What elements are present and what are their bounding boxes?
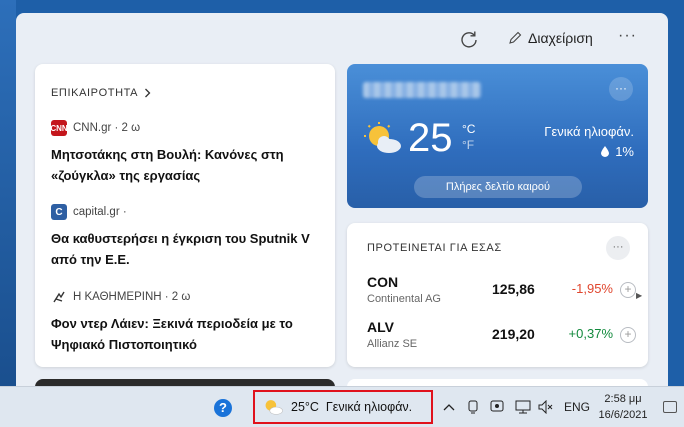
article-source-label: CNN.gr · 2 ω xyxy=(73,122,141,134)
add-stock-icon[interactable]: + xyxy=(620,282,636,298)
news-article[interactable]: C capital.gr · Θα καθυστερήσει η έγκριση… xyxy=(51,204,323,270)
add-stock-icon[interactable]: + xyxy=(620,327,636,343)
network-icon[interactable] xyxy=(515,400,531,417)
widgets-panel: Διαχείριση ··· ΕΠΙΚΑΙΡΟΤΗΤΑ CNN CNN.gr ·… xyxy=(16,13,668,386)
next-card-peek xyxy=(35,379,335,386)
article-source: C capital.gr · xyxy=(51,204,323,220)
language-indicator[interactable]: ENG xyxy=(564,400,590,414)
location-blurred xyxy=(363,82,481,98)
clock-time: 2:58 μμ xyxy=(604,393,642,405)
help-icon[interactable]: ? xyxy=(214,399,232,417)
stock-symbol: ALV xyxy=(367,319,394,335)
stock-name: Allianz SE xyxy=(367,338,418,350)
refresh-icon[interactable] xyxy=(459,29,479,49)
taskbar: ? 25°C Γενικά ηλιοφάν. ENG 2:58 μμ 16/6/… xyxy=(0,386,684,427)
manage-label: Διαχείριση xyxy=(528,30,593,46)
stock-row[interactable]: CON Continental AG 125,86 -1,95% + xyxy=(367,274,637,312)
desktop-background xyxy=(0,0,16,386)
news-article[interactable]: Η ΚΑΘΗΜΕΡΙΝΗ · 2 ω Φον ντερ Λάιεν: Ξεκιν… xyxy=(51,289,323,355)
precipitation: 1% xyxy=(601,144,634,159)
stocks-section-title: ΠΡΟΤΕΙΝΕΤΑΙ ΓΙΑ ΕΣΑΣ xyxy=(367,242,502,254)
stock-row[interactable]: ALV Allianz SE 219,20 +0,37% + xyxy=(367,319,637,357)
kathimerini-logo-icon xyxy=(53,291,65,303)
raindrop-icon xyxy=(601,146,610,157)
stock-change: +0,37% xyxy=(568,326,613,341)
temperature-value: 25 xyxy=(408,116,453,160)
partly-sunny-icon xyxy=(364,122,401,153)
pencil-icon xyxy=(509,31,522,44)
notifications-icon[interactable] xyxy=(663,401,677,413)
stocks-card: ΠΡΟΤΕΙΝΕΤΑΙ ΓΙΑ ΕΣΑΣ ··· CON Continental… xyxy=(347,223,648,367)
article-headline: Μητσοτάκης στη Βουλή: Κανόνες στη «ζούγκ… xyxy=(51,147,284,183)
article-headline: Φον ντερ Λάιεν: Ξεκινά περιοδεία με το Ψ… xyxy=(51,316,293,352)
meet-now-icon[interactable] xyxy=(490,400,504,415)
next-card-peek xyxy=(347,379,648,386)
chevron-right-icon xyxy=(145,88,151,98)
manage-button[interactable]: Διαχείριση xyxy=(508,30,593,46)
clock[interactable]: 2:58 μμ 16/6/2021 xyxy=(598,391,648,423)
stock-symbol: CON xyxy=(367,274,399,290)
more-options-button[interactable]: ··· xyxy=(618,27,637,45)
capital-logo-icon: C xyxy=(51,204,67,220)
chevron-up-icon[interactable] xyxy=(443,400,455,414)
news-section-title: ΕΠΙΚΑΙΡΟΤΗΤΑ xyxy=(51,87,139,99)
temperature-units: °C °F xyxy=(462,121,475,153)
stock-price: 219,20 xyxy=(492,326,535,342)
widgets-header: Διαχείριση ··· xyxy=(16,13,668,63)
weather-card[interactable]: ··· 25 °C °F Γενικά ηλιοφάν. 1% Πλήρες δ… xyxy=(347,64,648,208)
fahrenheit-toggle[interactable]: °F xyxy=(462,137,475,153)
news-section-link[interactable]: ΕΠΙΚΑΙΡΟΤΗΤΑ xyxy=(51,87,151,99)
article-headline: Θα καθυστερήσει η έγκριση του Sputnik V … xyxy=(51,231,310,267)
news-card: ΕΠΙΚΑΙΡΟΤΗΤΑ CNN CNN.gr · 2 ω Μητσοτάκης… xyxy=(35,64,335,367)
full-forecast-button[interactable]: Πλήρες δελτίο καιρού xyxy=(414,176,582,198)
weather-more-button[interactable]: ··· xyxy=(609,77,633,101)
clock-date: 16/6/2021 xyxy=(598,409,648,421)
volume-muted-icon[interactable] xyxy=(538,399,554,417)
news-article[interactable]: CNN CNN.gr · 2 ω Μητσοτάκης στη Βουλή: Κ… xyxy=(50,120,323,186)
taskbar-weather-widget[interactable]: 25°C Γενικά ηλιοφάν. xyxy=(253,390,433,424)
article-source-label: capital.gr · xyxy=(73,206,127,218)
article-source: CNN CNN.gr · 2 ω xyxy=(50,120,323,136)
partly-sunny-icon xyxy=(265,400,283,415)
celsius-toggle[interactable]: °C xyxy=(462,121,475,137)
device-icon[interactable] xyxy=(467,400,479,417)
stock-price: 125,86 xyxy=(492,281,535,297)
taskbar-weather-text: 25°C Γενικά ηλιοφάν. xyxy=(291,400,413,414)
cnn-logo-icon: CNN xyxy=(50,120,68,136)
article-source-label: Η ΚΑΘΗΜΕΡΙΝΗ · 2 ω xyxy=(73,291,191,303)
stock-change: -1,95% xyxy=(571,281,613,296)
stocks-more-button[interactable]: ··· xyxy=(606,236,630,260)
article-source: Η ΚΑΘΗΜΕΡΙΝΗ · 2 ω xyxy=(51,289,323,305)
weather-condition: Γενικά ηλιοφάν. xyxy=(544,124,634,139)
stock-name: Continental AG xyxy=(367,293,441,305)
next-page-arrow-icon[interactable]: ▶ xyxy=(636,291,642,300)
precipitation-value: 1% xyxy=(615,144,634,159)
